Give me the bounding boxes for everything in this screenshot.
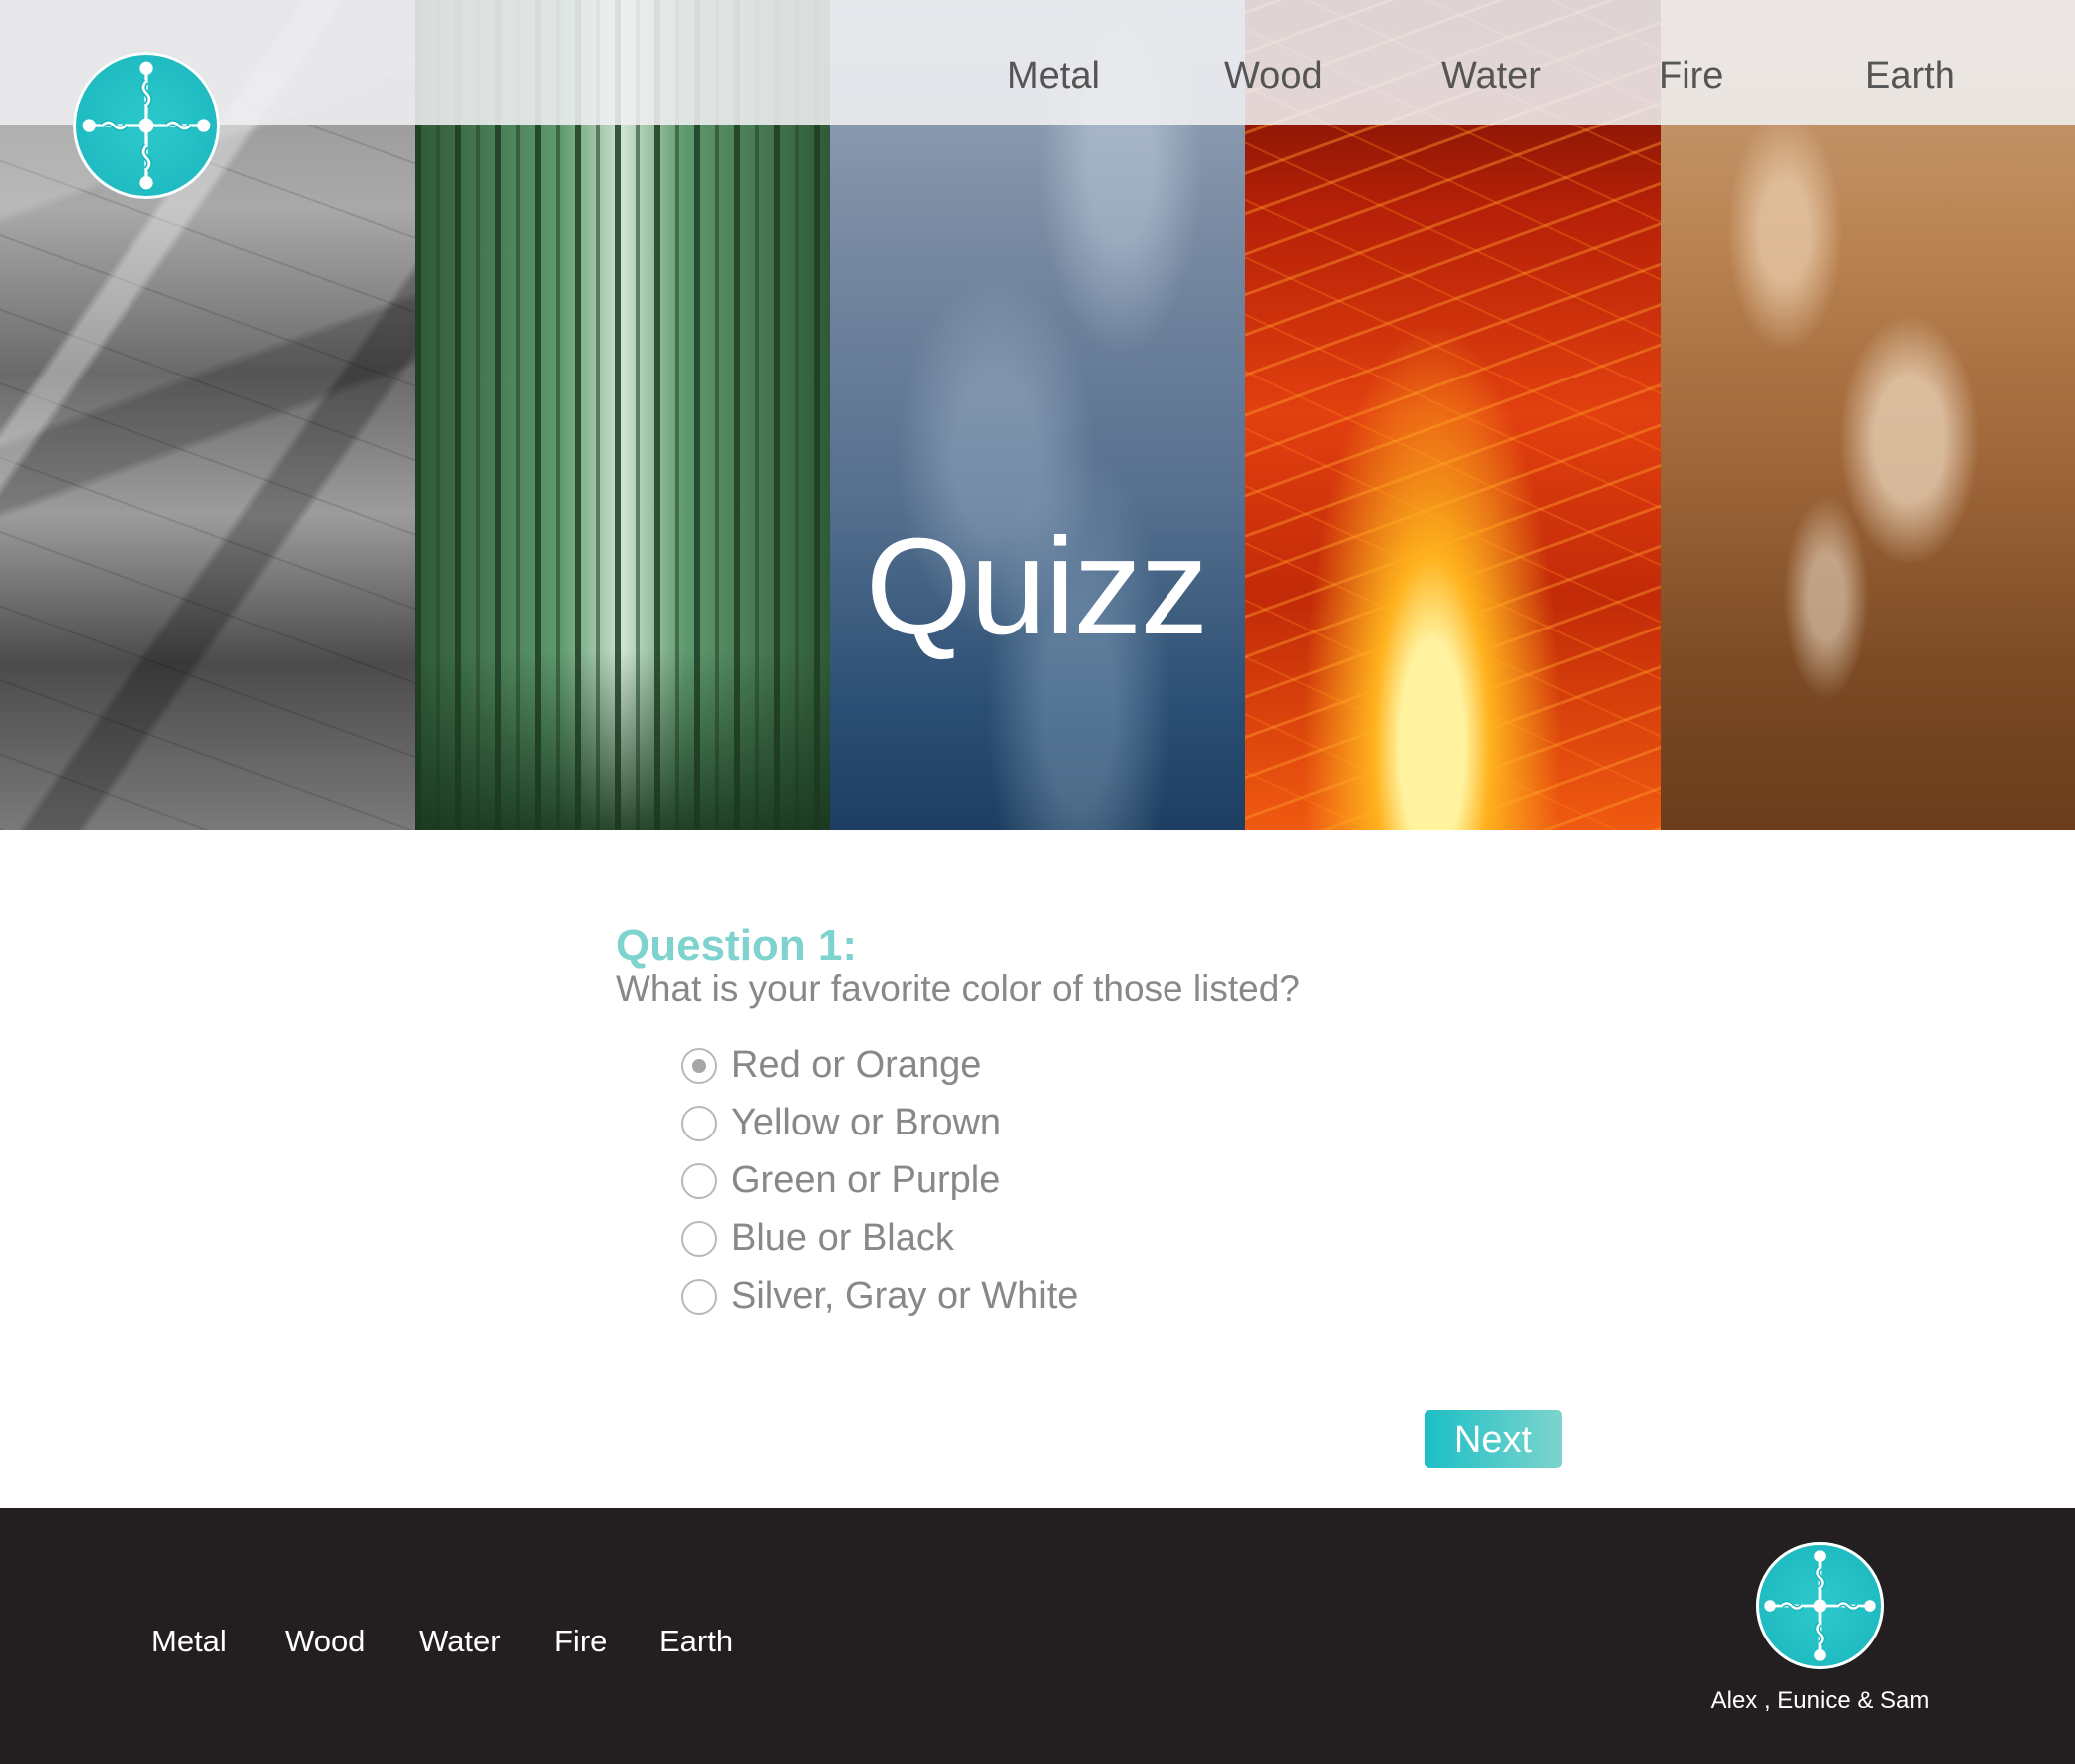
nav-item-fire[interactable]: Fire xyxy=(1659,55,1723,98)
radio-button[interactable] xyxy=(681,1163,717,1199)
footer-nav-fire[interactable]: Fire xyxy=(554,1624,607,1659)
option-label: Yellow or Brown xyxy=(731,1102,1002,1143)
next-button[interactable]: Next xyxy=(1425,1410,1562,1468)
option-yellow-brown[interactable]: Yellow or Brown xyxy=(681,1102,1100,1153)
footer-nav-water[interactable]: Water xyxy=(419,1624,501,1659)
radio-button[interactable] xyxy=(681,1221,717,1257)
footer-logo-icon[interactable] xyxy=(1756,1542,1884,1669)
option-label: Silver, Gray or White xyxy=(731,1275,1079,1317)
nav-item-water[interactable]: Water xyxy=(1441,55,1541,98)
option-label: Red or Orange xyxy=(731,1044,982,1086)
logo-icon[interactable] xyxy=(73,52,220,199)
footer-nav-metal[interactable]: Metal xyxy=(151,1624,227,1659)
question-label: Question 1: xyxy=(616,921,858,970)
nav-item-wood[interactable]: Wood xyxy=(1224,55,1323,98)
option-green-purple[interactable]: Green or Purple xyxy=(681,1159,1100,1211)
radio-button-selected[interactable] xyxy=(681,1048,717,1084)
footer: Metal Wood Water Fire Earth Alex , Eunic… xyxy=(0,1508,2075,1764)
radio-button[interactable] xyxy=(681,1106,717,1141)
nav-item-earth[interactable]: Earth xyxy=(1865,55,1955,98)
footer-nav-earth[interactable]: Earth xyxy=(659,1624,733,1659)
question-text: What is your favorite color of those lis… xyxy=(616,968,1300,1009)
option-label: Blue or Black xyxy=(731,1217,954,1259)
radio-button[interactable] xyxy=(681,1279,717,1315)
option-blue-black[interactable]: Blue or Black xyxy=(681,1217,1100,1269)
credits-text: Alex , Eunice & Sam xyxy=(1710,1687,1930,1714)
option-label: Green or Purple xyxy=(731,1159,1001,1201)
option-silver-gray-white[interactable]: Silver, Gray or White xyxy=(681,1275,1100,1327)
option-red-orange[interactable]: Red or Orange xyxy=(681,1044,1100,1096)
hero-banner: Metal Wood Water Fire Earth Quizz xyxy=(0,0,2075,830)
footer-nav-wood[interactable]: Wood xyxy=(285,1624,365,1659)
nav-item-metal[interactable]: Metal xyxy=(1007,55,1100,98)
hero-title: Quizz xyxy=(865,510,1209,663)
